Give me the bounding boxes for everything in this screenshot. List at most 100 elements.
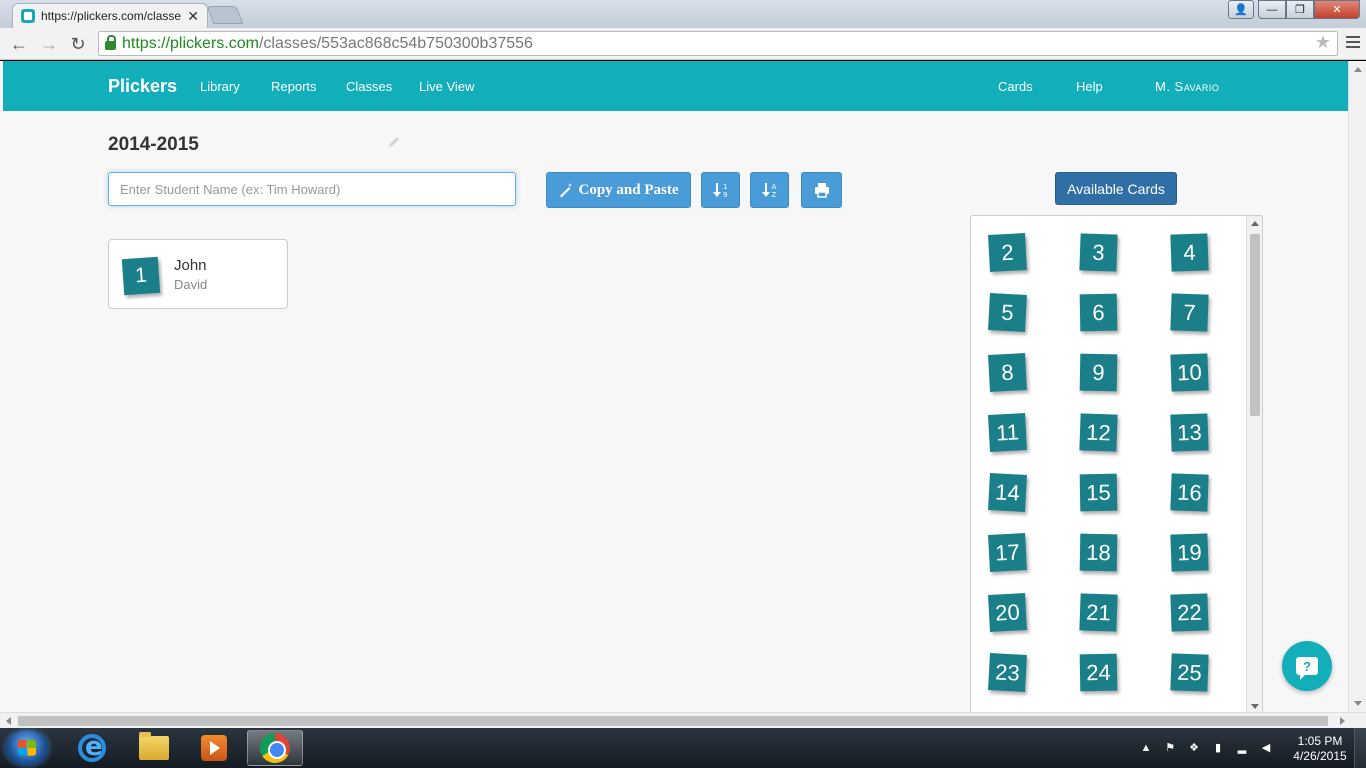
taskbar-chrome[interactable] xyxy=(247,730,303,766)
nav-cards[interactable]: Cards xyxy=(998,79,1033,94)
available-card[interactable]: 4 xyxy=(1170,233,1209,272)
dropbox-icon[interactable]: ❖ xyxy=(1188,742,1200,754)
sort-alphabetical-button[interactable]: A Z xyxy=(750,172,789,208)
close-window-button[interactable]: ✕ xyxy=(1314,0,1360,19)
action-center-flag-icon[interactable]: ⚑ xyxy=(1164,742,1176,754)
magic-wand-icon xyxy=(560,183,573,198)
chrome-menu-icon[interactable] xyxy=(1346,36,1360,50)
reload-icon[interactable]: ↻ xyxy=(67,33,89,55)
print-icon xyxy=(814,183,829,198)
help-chat-icon: ? xyxy=(1296,657,1318,680)
help-chat-button[interactable]: ? xyxy=(1282,641,1332,691)
new-tab-button[interactable] xyxy=(206,6,244,24)
available-card[interactable]: 14 xyxy=(988,473,1027,512)
maximize-button[interactable]: ❐ xyxy=(1286,0,1314,19)
student-first-name: John xyxy=(174,257,207,274)
available-card[interactable]: 20 xyxy=(988,593,1027,632)
page-scroll-left-icon[interactable] xyxy=(6,717,11,725)
plickers-favicon-icon xyxy=(21,9,35,23)
bookmark-star-icon[interactable]: ★ xyxy=(1315,32,1331,53)
pencil-edit-icon[interactable] xyxy=(387,135,401,149)
nav-reports[interactable]: Reports xyxy=(271,79,317,94)
scroll-down-arrow-icon[interactable] xyxy=(1251,704,1259,709)
address-bar[interactable]: https://plickers.com/classes/553ac868c54… xyxy=(98,31,1338,56)
available-card[interactable]: 6 xyxy=(1079,293,1118,332)
available-card[interactable]: 3 xyxy=(1079,233,1118,272)
nav-classes[interactable]: Classes xyxy=(346,79,392,94)
available-card[interactable]: 10 xyxy=(1170,353,1209,392)
chrome-icon xyxy=(260,733,290,763)
page-vertical-scrollbar[interactable] xyxy=(1348,61,1366,712)
available-cards-button[interactable]: Available Cards xyxy=(1055,172,1177,205)
taskbar-clock[interactable]: 1:05 PM 4/26/2015 xyxy=(1290,734,1350,764)
url-host: plickers.com xyxy=(170,34,259,52)
show-desktop-button[interactable] xyxy=(1354,728,1366,768)
folder-icon xyxy=(139,732,169,760)
sort-alpha-icon: A Z xyxy=(761,183,776,199)
available-card[interactable]: 17 xyxy=(988,533,1027,572)
available-card[interactable]: 2 xyxy=(988,233,1027,272)
nav-user-menu[interactable]: M. Savario xyxy=(1155,79,1219,94)
page-horizontal-scrollbar[interactable] xyxy=(0,712,1366,728)
class-title: 2014-2015 xyxy=(108,134,199,155)
windows-taskbar: ▲ ⚑ ❖ ▮ ▂ ◀ 1:05 PM 4/26/2015 xyxy=(0,728,1366,768)
cards-panel-scrollbar[interactable] xyxy=(1246,216,1262,712)
copy-and-paste-label: Copy and Paste xyxy=(578,181,679,198)
nav-library[interactable]: Library xyxy=(200,79,240,94)
minimize-button[interactable]: — xyxy=(1258,0,1286,19)
available-card[interactable]: 5 xyxy=(988,293,1027,332)
media-player-icon xyxy=(201,735,227,761)
available-card[interactable]: 11 xyxy=(988,413,1027,452)
tab-title: https://plickers.com/classe xyxy=(41,9,182,23)
user-profile-icon[interactable]: 👤 xyxy=(1228,0,1254,19)
battery-icon[interactable]: ▮ xyxy=(1212,742,1224,754)
sort-by-number-button[interactable]: 1 9 xyxy=(701,172,740,208)
available-card[interactable]: 18 xyxy=(1079,533,1118,572)
url-scheme: https:// xyxy=(122,34,171,52)
available-card[interactable]: 13 xyxy=(1170,413,1209,452)
student-card[interactable]: 1 John David xyxy=(108,239,288,309)
taskbar-internet-explorer[interactable] xyxy=(64,730,120,766)
scroll-up-arrow-icon[interactable] xyxy=(1251,221,1259,226)
forward-arrow-icon[interactable]: → xyxy=(38,33,60,55)
page-scroll-down-icon[interactable] xyxy=(1354,701,1362,706)
available-card[interactable]: 12 xyxy=(1079,413,1118,452)
tray-expand-icon[interactable]: ▲ xyxy=(1140,742,1152,754)
signal-icon[interactable]: ▂ xyxy=(1236,742,1248,754)
brand-logo[interactable]: Plickers xyxy=(108,76,177,97)
available-card[interactable]: 22 xyxy=(1170,593,1209,632)
available-cards-panel: 2 3 4 5 6 7 8 9 10 11 12 13 14 15 16 17 18 19 20 21 22 23 24 25 xyxy=(970,215,1263,712)
available-card[interactable]: 16 xyxy=(1170,473,1209,512)
print-button[interactable] xyxy=(801,172,842,208)
available-card[interactable]: 19 xyxy=(1170,533,1209,572)
clock-time: 1:05 PM xyxy=(1297,734,1343,748)
available-card[interactable]: 25 xyxy=(1170,653,1209,692)
available-card[interactable]: 23 xyxy=(988,653,1027,692)
available-card[interactable]: 7 xyxy=(1170,293,1209,332)
browser-titlebar: https://plickers.com/classe ✕ 👤 — ❐ ✕ xyxy=(0,0,1366,28)
tab-close-icon[interactable]: ✕ xyxy=(187,8,199,25)
browser-tab[interactable]: https://plickers.com/classe ✕ xyxy=(12,3,208,28)
volume-icon[interactable]: ◀ xyxy=(1260,742,1272,754)
nav-help[interactable]: Help xyxy=(1076,79,1103,94)
back-arrow-icon[interactable]: ← xyxy=(8,33,30,55)
taskbar-file-explorer[interactable] xyxy=(126,730,182,766)
available-card[interactable]: 21 xyxy=(1079,593,1118,632)
nav-live-view[interactable]: Live View xyxy=(419,79,474,94)
student-name-input[interactable] xyxy=(108,172,516,206)
available-card[interactable]: 9 xyxy=(1079,353,1118,392)
page-viewport: Plickers Library Reports Classes Live Vi… xyxy=(0,61,1348,712)
windows-start-button[interactable] xyxy=(5,730,49,766)
top-navbar: Plickers Library Reports Classes Live Vi… xyxy=(3,61,1348,111)
available-card[interactable]: 24 xyxy=(1079,653,1118,692)
available-card[interactable]: 8 xyxy=(988,353,1027,392)
cards-panel-scroll-thumb[interactable] xyxy=(1250,234,1260,416)
page-scroll-up-icon[interactable] xyxy=(1354,67,1362,72)
svg-text:9: 9 xyxy=(723,191,727,199)
system-tray: ▲ ⚑ ❖ ▮ ▂ ◀ xyxy=(1140,728,1272,768)
page-scroll-right-icon[interactable] xyxy=(1340,717,1345,725)
copy-and-paste-button[interactable]: Copy and Paste xyxy=(546,172,691,208)
taskbar-media-player[interactable] xyxy=(186,730,242,766)
available-card[interactable]: 15 xyxy=(1079,473,1118,512)
page-horizontal-scroll-thumb[interactable] xyxy=(18,716,1328,726)
